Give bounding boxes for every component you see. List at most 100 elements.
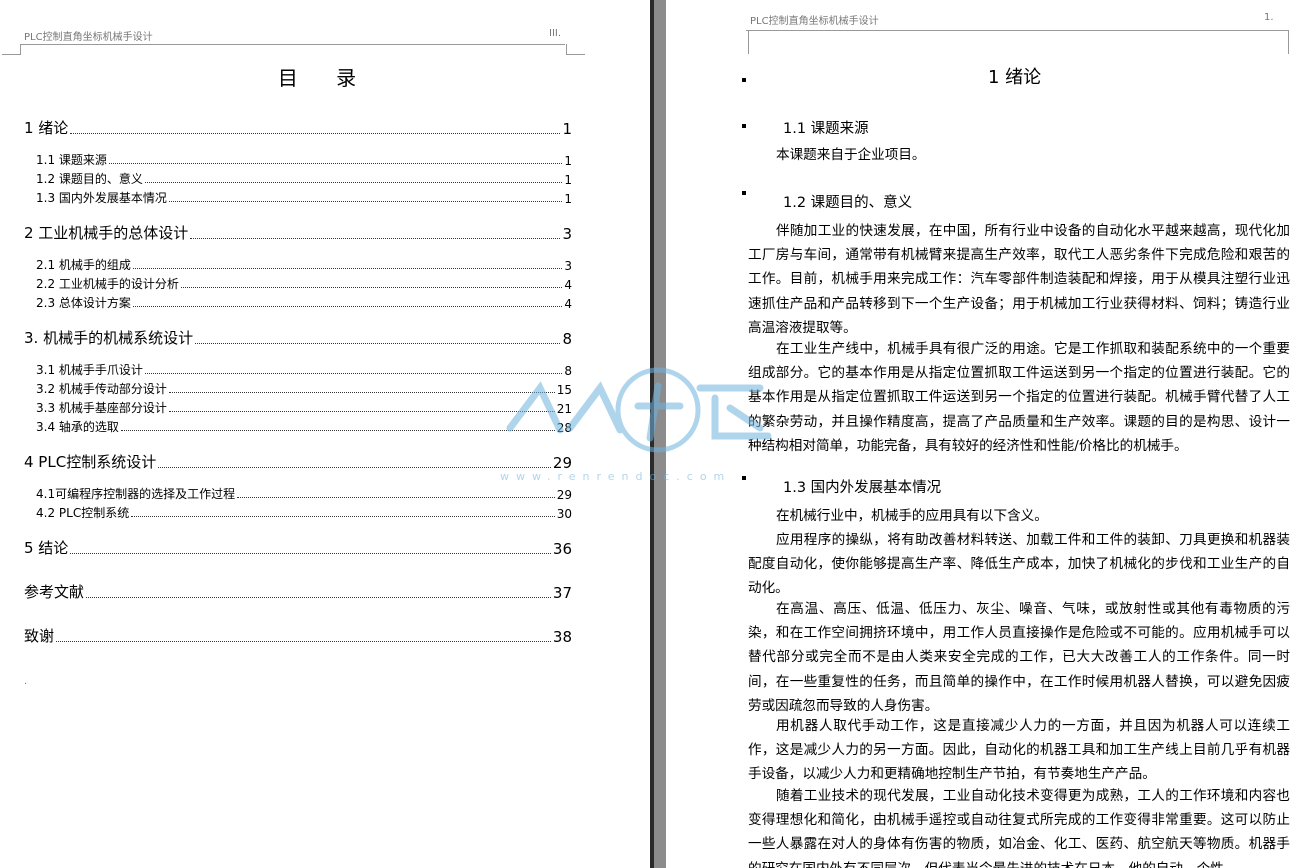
page-toc: PLC控制直角坐标机械手设计 III. 目 录 1 绪论 1 1.1 课题来源 1 1.… <box>0 0 650 868</box>
toc-leader <box>132 268 563 269</box>
toc-section-entry[interactable]: 1.2 课题目的、意义 1 <box>36 170 572 187</box>
toc-section-entry[interactable]: 3.1 机械手手爪设计 8 <box>36 361 572 378</box>
paragraph-mark <box>742 476 746 480</box>
toc-chapter-entry[interactable]: 致谢 38 <box>24 625 572 646</box>
toc-section-entry[interactable]: 2.2 工业机械手的设计分析 4 <box>36 275 572 292</box>
toc-entry-title: 参考文献 <box>24 583 85 601</box>
toc-leader <box>120 430 555 431</box>
crop-mark <box>1288 30 1305 54</box>
toc-entry-title: 3. 机械手的机械系统设计 <box>24 329 194 347</box>
toc-entry-title: 3.2 机械手传动部分设计 <box>36 382 167 396</box>
toc-page-number: 1 <box>564 192 572 206</box>
chapter-title: 1 绪论 <box>988 67 1042 88</box>
toc-page-number: 8 <box>562 330 572 348</box>
toc-entry-title: 4.1可编程序控制器的选择及工作过程 <box>36 487 236 501</box>
toc-section-entry[interactable]: 4.1可编程序控制器的选择及工作过程 29 <box>36 485 572 502</box>
section-title: 1.1 课题来源 <box>783 121 869 137</box>
toc-section-entry[interactable]: 2.3 总体设计方案 4 <box>36 294 572 311</box>
toc-entry-title: 3.4 轴承的选取 <box>36 420 119 434</box>
body-paragraph: 在机械行业中，机械手的应用具有以下含义。 <box>776 508 1048 524</box>
header-page-number: III. <box>549 28 562 39</box>
body-paragraph: 本课题来自于企业项目。 <box>776 147 926 163</box>
body-paragraph: 在工业生产线中，机械手具有很广泛的用途。它是工作抓取和装配系统中的一个重要组成部… <box>748 341 1290 454</box>
toc-section-entry[interactable]: 2.1 机械手的组成 3 <box>36 256 572 273</box>
header-title: PLC控制直角坐标机械手设计 <box>750 16 879 27</box>
toc-page-number: 3 <box>562 225 572 243</box>
body-paragraph: 应用程序的操纵，将有助改善材料转送、加载工件和工件的装卸、刀具更换和机器装配度自… <box>748 532 1290 597</box>
toc-leader <box>144 182 563 183</box>
toc-page-number: 1 <box>564 154 572 168</box>
crop-mark <box>566 44 585 55</box>
toc-entry-title: 2.3 总体设计方案 <box>36 296 131 310</box>
toc-entry-title: 3.3 机械手基座部分设计 <box>36 401 167 415</box>
toc-page-number: 30 <box>556 507 572 521</box>
toc-section-entry[interactable]: 3.3 机械手基座部分设计 21 <box>36 399 572 416</box>
toc-entry-title: 1.3 国内外发展基本情况 <box>36 191 167 205</box>
toc-leader <box>168 392 555 393</box>
toc-leader <box>108 163 563 164</box>
toc-leader <box>144 373 563 374</box>
toc-entry-title: 1.1 课题来源 <box>36 153 107 167</box>
crop-mark <box>730 30 749 54</box>
toc-leader <box>168 201 563 202</box>
toc-section-entry[interactable]: 1.1 课题来源 1 <box>36 151 572 168</box>
toc-leader <box>195 343 561 344</box>
body-paragraph: 用机器人取代手动工作，这是直接减少人力的一方面，并且因为机器人可以连续工作，这是… <box>748 718 1290 783</box>
toc-page-number: 4 <box>564 297 572 311</box>
toc-page-number: 36 <box>552 540 572 558</box>
page-chapter-1: PLC控制直角坐标机械手设计 1. 1 绪论 1.1 课题来源 本课题来自于企业… <box>666 0 1305 868</box>
toc-page-number: 1 <box>564 173 572 187</box>
paragraph-mark <box>742 124 746 128</box>
section-title: 1.3 国内外发展基本情况 <box>783 480 942 496</box>
toc-leader <box>86 597 551 598</box>
toc-entry-title: 致谢 <box>24 627 55 645</box>
toc-leader <box>70 553 551 554</box>
header-rule <box>746 30 1288 31</box>
toc-page-number: 8 <box>564 364 572 378</box>
toc-page-number: 29 <box>556 488 572 502</box>
toc-entry-title: 4.2 PLC控制系统 <box>36 506 130 520</box>
toc-page-number: 3 <box>564 259 572 273</box>
section-title: 1.2 课题目的、意义 <box>783 195 913 211</box>
header-title: PLC控制直角坐标机械手设计 <box>24 32 153 43</box>
toc-chapter-entry[interactable]: 5 结论 36 <box>24 537 572 558</box>
toc-leader <box>70 133 561 134</box>
toc-chapter-entry[interactable]: 4 PLC控制系统设计 29 <box>24 451 572 472</box>
toc-entry-title: 3.1 机械手手爪设计 <box>36 363 143 377</box>
toc-page-number: 1 <box>562 120 572 138</box>
toc-section-entry[interactable]: 4.2 PLC控制系统 30 <box>36 504 572 521</box>
page-divider <box>650 0 666 868</box>
toc-page-number: 21 <box>556 402 572 416</box>
body-paragraph: 在高温、高压、低温、低压力、灰尘、噪音、气味，或放射性或其他有毒物质的污染，和在… <box>748 601 1290 714</box>
toc-section-entry[interactable]: 1.3 国内外发展基本情况 1 <box>36 189 572 206</box>
toc-entry-title: 2 工业机械手的总体设计 <box>24 224 189 242</box>
toc-entry-title: 4 PLC控制系统设计 <box>24 453 157 471</box>
toc-section-entry[interactable]: 3.2 机械手传动部分设计 15 <box>36 380 572 397</box>
toc-chapter-entry[interactable]: 3. 机械手的机械系统设计 8 <box>24 327 572 348</box>
toc-leader <box>168 411 555 412</box>
toc-section-entry[interactable]: 3.4 轴承的选取 28 <box>36 418 572 435</box>
toc-chapter-entry[interactable]: 参考文献 37 <box>24 581 572 602</box>
body-paragraph: 伴随加工业的快速发展，在中国，所有行业中设备的自动化水平越来越高，现代化加工厂房… <box>748 223 1290 336</box>
toc-chapter-entry[interactable]: 2 工业机械手的总体设计 3 <box>24 222 572 243</box>
toc-chapter-entry[interactable]: 1 绪论 1 <box>24 117 572 138</box>
toc-leader <box>180 287 563 288</box>
toc-page-number: 37 <box>552 584 572 602</box>
toc-page-number: 29 <box>552 454 572 472</box>
toc-entry-title: 2.1 机械手的组成 <box>36 258 131 272</box>
toc-leader <box>56 641 551 642</box>
crop-mark <box>2 44 21 55</box>
header-page-number: 1. <box>1264 12 1274 23</box>
paragraph-mark <box>742 191 746 195</box>
toc-page-number: 4 <box>564 278 572 292</box>
toc-leader <box>132 306 563 307</box>
header-rule <box>20 44 565 45</box>
toc-entry-title: 5 结论 <box>24 539 69 557</box>
paragraph-mark <box>742 78 746 82</box>
toc-entry-title: 1.2 课题目的、意义 <box>36 172 143 186</box>
toc-title: 目 录 <box>277 66 373 90</box>
toc-leader <box>190 238 561 239</box>
toc-leader <box>237 497 555 498</box>
toc-leader <box>131 516 555 517</box>
toc-page-number: 28 <box>556 421 572 435</box>
